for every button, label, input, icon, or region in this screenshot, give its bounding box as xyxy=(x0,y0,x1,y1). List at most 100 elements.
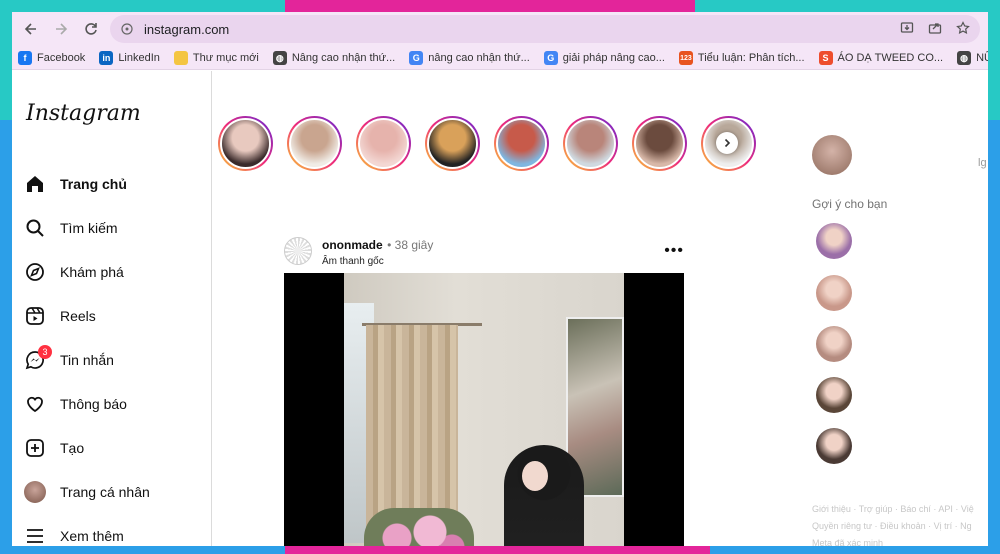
nav-label: Trang cá nhân xyxy=(60,484,150,500)
shopee-icon: S xyxy=(818,51,833,65)
nav-messages[interactable]: 3 Tin nhắn xyxy=(24,338,199,382)
post-more-options-icon[interactable]: ••• xyxy=(664,242,684,260)
suggested-user-avatar[interactable] xyxy=(816,428,852,464)
bookmark-label: LinkedIn xyxy=(118,52,160,64)
url-text[interactable]: instagram.com xyxy=(144,22,890,37)
stories-tray xyxy=(218,116,756,171)
bookmark-label: Tiểu luận: Phân tích... xyxy=(697,52,805,64)
story-avatar[interactable] xyxy=(632,116,687,171)
right-column: lg Gợi ý cho bạn Giới thiệu · Trợ giúp ·… xyxy=(812,71,988,546)
profile-avatar xyxy=(24,481,46,503)
instagram-app: Instagram Trang chủ Tìm kiếm Khám phá Reels… xyxy=(12,71,988,546)
globe-icon: ◍ xyxy=(957,51,972,65)
suggested-user-avatar[interactable] xyxy=(816,223,852,259)
nav-explore[interactable]: Khám phá xyxy=(24,250,199,294)
post-author-avatar[interactable] xyxy=(284,237,312,265)
suggested-user-avatar[interactable] xyxy=(816,377,852,413)
post-media[interactable] xyxy=(284,273,684,546)
story-avatar[interactable] xyxy=(563,116,618,171)
site-info-icon[interactable] xyxy=(120,22,134,36)
nav-more[interactable]: Xem thêm xyxy=(24,514,199,546)
linkedin-icon: in xyxy=(99,51,114,65)
suggested-user-avatar[interactable] xyxy=(816,326,852,362)
reels-icon xyxy=(24,305,46,327)
bookmark-label: Facebook xyxy=(37,52,86,64)
suggested-user-avatar[interactable] xyxy=(816,275,852,311)
folder-icon xyxy=(173,51,188,65)
reload-button[interactable] xyxy=(80,18,102,40)
story-avatar[interactable] xyxy=(218,116,273,171)
nav-label: Thông báo xyxy=(60,396,127,412)
story-avatar[interactable] xyxy=(425,116,480,171)
unread-badge: 3 xyxy=(38,345,52,359)
post-username[interactable]: ononmade xyxy=(322,238,383,252)
bookmark-item[interactable]: S ÁO DẠ TWEED CO... xyxy=(818,51,944,65)
bookmark-item[interactable]: Ggiải pháp nâng cao... xyxy=(543,51,665,65)
current-user-avatar[interactable] xyxy=(812,135,852,175)
story-avatar[interactable] xyxy=(494,116,549,171)
footer-line[interactable]: Meta đã xác minh xyxy=(812,535,988,546)
google-icon: G xyxy=(543,51,558,65)
bookmarks-bar: f Facebook in LinkedIn Thư mục mới ◍ Nâng cao … xyxy=(12,46,988,70)
messenger-icon: 3 xyxy=(24,345,52,371)
bookmark-label: Nâng cao nhận thứ... xyxy=(291,52,396,64)
search-icon xyxy=(24,217,46,239)
suggestions-title: Gợi ý cho bạn xyxy=(812,197,888,211)
story-avatar[interactable] xyxy=(356,116,411,171)
instagram-logo[interactable]: Instagram xyxy=(24,101,199,126)
sidebar: Instagram Trang chủ Tìm kiếm Khám phá Reels… xyxy=(12,71,212,546)
sidebar-nav: Trang chủ Tìm kiếm Khám phá Reels 3 Tin nhắn T… xyxy=(24,162,199,546)
bookmark-item[interactable]: ◍ Nâng cao nhận thứ... xyxy=(272,51,396,65)
nav-notifications[interactable]: Thông báo xyxy=(24,382,199,426)
bookmark-item[interactable]: ◍ NỮ SINH CÙNG... xyxy=(957,51,988,65)
feed-post: ononmade • 38 giây Âm thanh gốc ••• xyxy=(284,231,684,546)
nav-home[interactable]: Trang chủ xyxy=(24,162,199,206)
bookmark-item[interactable]: f Facebook xyxy=(18,51,85,65)
share-icon[interactable] xyxy=(928,21,942,38)
bookmark-label: ÁO DẠ TWEED CO... xyxy=(837,52,944,64)
facebook-icon: f xyxy=(18,51,32,65)
bookmark-item[interactable]: 123 Tiểu luận: Phân tích... xyxy=(678,51,805,65)
nav-label: Xem thêm xyxy=(60,528,124,544)
nav-create[interactable]: Tạo xyxy=(24,426,199,470)
post-time: • 38 giây xyxy=(387,237,434,252)
bookmark-label: nâng cao nhận thứ... xyxy=(428,52,530,64)
nav-label: Reels xyxy=(60,308,96,324)
bookmark-star-icon[interactable] xyxy=(956,20,970,38)
back-button[interactable] xyxy=(20,18,42,40)
bookmark-item[interactable]: in LinkedIn xyxy=(99,51,160,65)
bookmark-item[interactable]: Thư mục mới xyxy=(173,51,259,65)
install-app-icon[interactable] xyxy=(900,21,914,38)
address-bar[interactable]: instagram.com xyxy=(110,15,980,43)
bookmark-item[interactable]: Gnâng cao nhận thứ... xyxy=(409,51,530,65)
post-photo xyxy=(344,273,624,546)
home-icon xyxy=(24,173,46,195)
browser-toolbar: instagram.com xyxy=(12,12,988,46)
switch-link-truncated[interactable]: lg xyxy=(978,157,987,169)
heart-icon xyxy=(24,393,46,415)
browser-window: instagram.com f Facebook in LinkedIn Thư mục… xyxy=(12,12,988,546)
nav-profile[interactable]: Trang cá nhân xyxy=(24,470,199,514)
nav-label: Tin nhắn xyxy=(60,352,114,368)
globe-icon: ◍ xyxy=(272,51,287,65)
create-icon xyxy=(24,437,46,459)
123doc-icon: 123 xyxy=(678,51,693,65)
story-avatar[interactable] xyxy=(287,116,342,171)
post-audio-label[interactable]: Âm thanh gốc xyxy=(322,256,433,267)
stories-next-button[interactable] xyxy=(716,132,738,154)
menu-icon xyxy=(24,525,46,546)
nav-search[interactable]: Tìm kiếm xyxy=(24,206,199,250)
forward-button[interactable] xyxy=(50,18,72,40)
nav-label: Trang chủ xyxy=(60,176,127,192)
nav-label: Tìm kiếm xyxy=(60,220,118,236)
nav-reels[interactable]: Reels xyxy=(24,294,199,338)
footer-line[interactable]: Quyền riêng tư · Điều khoản · Vị trí · N… xyxy=(812,518,988,535)
feed: ononmade • 38 giây Âm thanh gốc ••• xyxy=(212,71,812,546)
footer-line[interactable]: Giới thiệu · Trợ giúp · Báo chí · API · … xyxy=(812,501,988,518)
post-header: ononmade • 38 giây Âm thanh gốc ••• xyxy=(284,231,684,271)
explore-icon xyxy=(24,261,46,283)
google-icon: G xyxy=(409,51,424,65)
nav-label: Tạo xyxy=(60,440,85,456)
bookmark-label: giải pháp nâng cao... xyxy=(562,52,665,64)
bookmark-label: Thư mục mới xyxy=(192,52,259,64)
